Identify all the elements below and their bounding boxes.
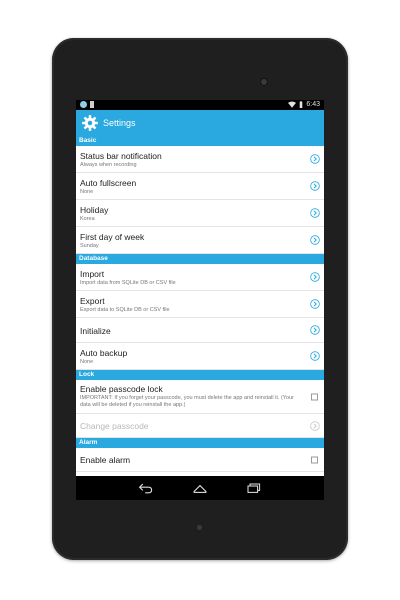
setting-title: Holiday — [80, 205, 109, 215]
device-screen: 6:43 Settings Basic Status bar notificat… — [76, 100, 324, 500]
sd-card-icon — [90, 101, 94, 108]
navigation-bar — [76, 476, 324, 500]
battery-icon — [300, 101, 303, 108]
setting-title: Initialize — [80, 326, 111, 336]
setting-enable-passcode-lock[interactable]: Enable passcode lock IMPORTANT: If you f… — [76, 380, 324, 414]
status-time: 6:43 — [306, 101, 320, 108]
setting-change-passcode: Change passcode — [76, 414, 324, 438]
wifi-icon — [288, 101, 297, 108]
setting-status-bar-notification[interactable]: Status bar notification Always when reco… — [76, 146, 324, 173]
setting-initialize[interactable]: Initialize — [76, 318, 324, 343]
setting-export[interactable]: Export Export data to SQLite DB or CSV f… — [76, 291, 324, 318]
setting-title: Auto fullscreen — [80, 178, 137, 188]
device-sensor-dot — [197, 525, 202, 530]
setting-auto-fullscreen[interactable]: Auto fullscreen None — [76, 173, 324, 200]
setting-title: Auto backup — [80, 348, 128, 358]
setting-title: Status bar notification — [80, 151, 162, 161]
chevron-right-icon — [310, 420, 320, 431]
setting-summary: Import data from SQLite DB or CSV file — [80, 280, 176, 286]
chevron-right-icon — [310, 181, 320, 191]
setting-title: Export — [80, 296, 105, 306]
recents-icon[interactable] — [246, 481, 262, 495]
setting-enable-alarm[interactable]: Enable alarm — [76, 448, 324, 472]
setting-summary: Sunday — [80, 243, 99, 249]
section-header-database: Database — [76, 254, 324, 264]
setting-title: Enable passcode lock — [80, 384, 163, 394]
chevron-right-icon — [310, 272, 320, 282]
setting-title: Enable alarm — [80, 455, 131, 465]
gear-icon[interactable] — [81, 114, 99, 132]
setting-summary: Export data to SQLite DB or CSV file — [80, 307, 170, 313]
chevron-right-icon — [310, 299, 320, 309]
chevron-right-icon — [310, 351, 320, 361]
setting-holiday[interactable]: Holiday Korea — [76, 200, 324, 227]
front-camera — [260, 78, 268, 86]
setting-title: Import — [80, 269, 105, 279]
settings-list[interactable]: Basic Status bar notification Always whe… — [76, 136, 324, 476]
setting-summary: IMPORTANT: If you forget your passcode, … — [80, 395, 294, 408]
setting-first-day-of-week[interactable]: First day of week Sunday — [76, 227, 324, 254]
chevron-right-icon — [310, 235, 320, 245]
section-header-basic: Basic — [76, 136, 324, 146]
setting-summary: Korea — [80, 216, 95, 222]
chevron-right-icon — [310, 154, 320, 164]
setting-summary: Always when recording — [80, 162, 137, 168]
setting-import[interactable]: Import Import data from SQLite DB or CSV… — [76, 264, 324, 291]
section-header-lock: Lock — [76, 370, 324, 380]
back-icon[interactable] — [138, 481, 154, 495]
home-icon[interactable] — [192, 481, 208, 495]
section-header-alarm: Alarm — [76, 438, 324, 448]
chevron-right-icon — [310, 325, 320, 335]
setting-summary: None — [80, 189, 94, 195]
setting-auto-backup[interactable]: Auto backup None — [76, 343, 324, 370]
setting-title: Change passcode — [80, 421, 149, 431]
chevron-right-icon — [310, 208, 320, 218]
status-bar: 6:43 — [76, 100, 324, 110]
setting-summary: None — [80, 359, 94, 365]
action-bar: Settings — [76, 110, 324, 136]
alarm-checkbox[interactable] — [311, 456, 318, 463]
page-title: Settings — [103, 118, 136, 128]
app-notification-icon — [80, 101, 87, 108]
passcode-lock-checkbox[interactable] — [311, 393, 318, 400]
setting-title: First day of week — [80, 232, 145, 242]
